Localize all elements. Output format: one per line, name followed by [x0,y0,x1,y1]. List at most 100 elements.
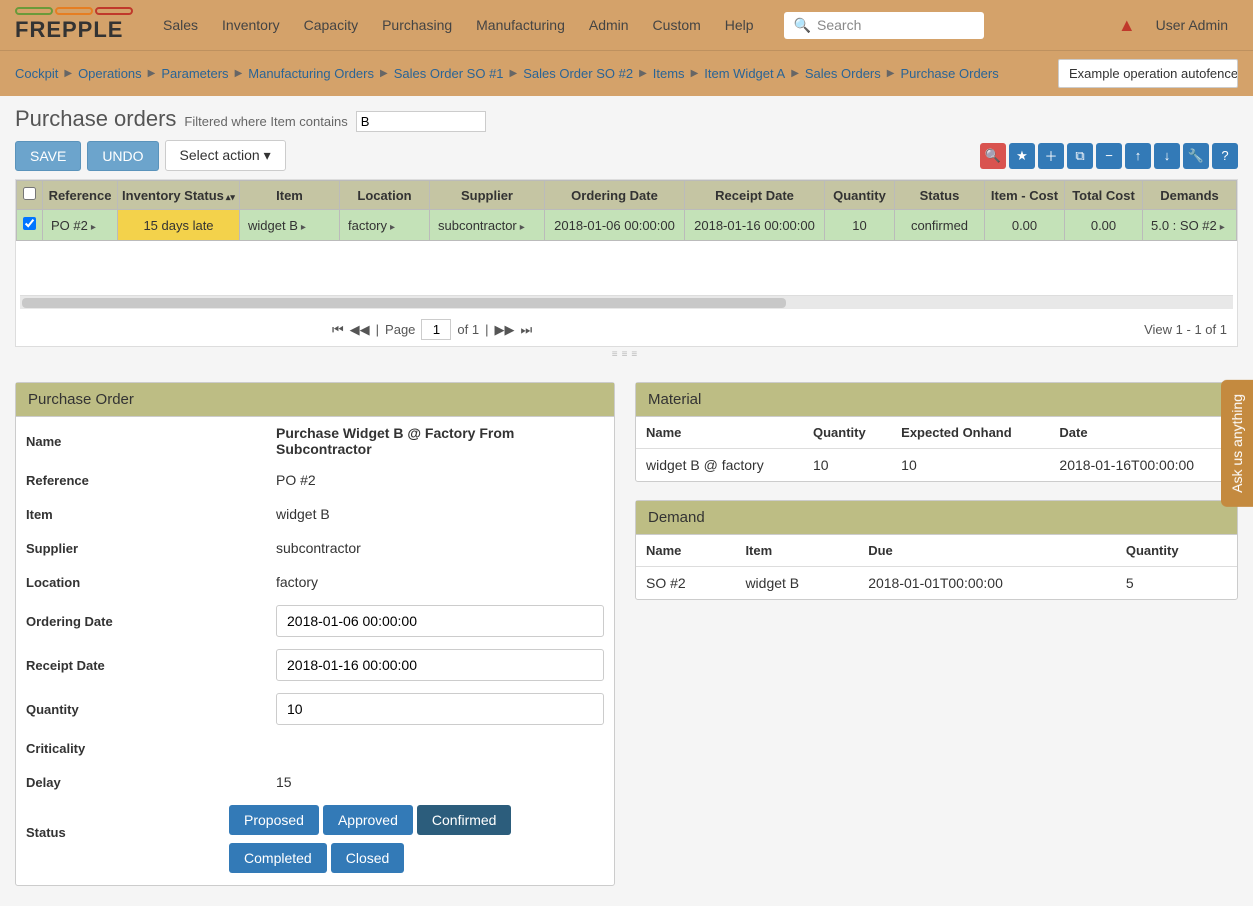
grid-hscrollbar[interactable] [20,295,1233,309]
settings-icon[interactable]: 🔧 [1183,143,1209,169]
label-supplier: Supplier [26,541,276,556]
upload-icon[interactable]: ↑ [1125,143,1151,169]
drill-icon[interactable]: ▸ [91,222,96,233]
pager-view-info: View 1 - 1 of 1 [1144,322,1227,337]
status-proposed[interactable]: Proposed [229,805,319,835]
drill-icon[interactable]: ▸ [1220,222,1225,233]
material-panel: Material Name Quantity Expected Onhand D… [635,382,1238,482]
demand-panel-title: Demand [636,501,1237,535]
table-row[interactable]: PO #2▸ 15 days late widget B▸ factory▸ s… [17,210,1237,241]
status-confirmed[interactable]: Confirmed [417,805,512,835]
download-icon[interactable]: ↓ [1154,143,1180,169]
label-receipt-date: Receipt Date [26,658,276,673]
favorite-icon[interactable]: ★ [1009,143,1035,169]
pager-of-label: of 1 [457,322,479,337]
input-receipt-date[interactable] [276,649,604,681]
copy-icon[interactable]: ⧉ [1067,143,1093,169]
filter-input[interactable] [356,111,486,132]
row-checkbox[interactable] [23,217,36,230]
mat-col-qty: Quantity [803,417,891,449]
col-location[interactable]: Location [340,181,430,210]
crumb-items[interactable]: Items [653,66,685,81]
col-item-cost[interactable]: Item - Cost [985,181,1065,210]
example-overlay: Example operation autofence [1058,59,1238,88]
logo[interactable]: FREPPLE [15,7,133,43]
crumb-operations[interactable]: Operations [78,66,142,81]
col-supplier[interactable]: Supplier [430,181,545,210]
input-ordering-date[interactable] [276,605,604,637]
page-title: Purchase orders [15,106,176,132]
crumb-cockpit[interactable]: Cockpit [15,66,58,81]
add-icon[interactable]: ＋ [1038,143,1064,169]
drill-icon[interactable]: ▸ [390,222,395,233]
pager-first-icon[interactable]: ⏮ [332,322,344,338]
grid-header-row: Reference Inventory Status▴▾ Item Locati… [17,181,1237,210]
select-action-button[interactable]: Select action ▾ [165,140,286,171]
nav-custom[interactable]: Custom [643,11,711,39]
value-supplier: subcontractor [276,540,604,556]
label-ordering-date: Ordering Date [26,614,276,629]
search-box[interactable]: 🔍 Search [784,12,984,39]
logo-text: FREPPLE [15,17,133,43]
help-icon[interactable]: ? [1212,143,1238,169]
search-placeholder: Search [817,17,861,33]
label-item: Item [26,507,276,522]
nav-manufacturing[interactable]: Manufacturing [466,11,575,39]
split-handle[interactable]: ≡≡≡ [0,347,1253,362]
col-quantity[interactable]: Quantity [825,181,895,210]
input-quantity[interactable] [276,693,604,725]
nav-admin[interactable]: Admin [579,11,639,39]
select-all-checkbox[interactable] [17,181,43,210]
alert-icon[interactable]: ▲ [1118,15,1136,36]
nav-purchasing[interactable]: Purchasing [372,11,462,39]
crumb-mo[interactable]: Manufacturing Orders [248,66,374,81]
crumb-salesorders[interactable]: Sales Orders [805,66,881,81]
drill-icon[interactable]: ▸ [520,222,525,233]
crumb-so1[interactable]: Sales Order SO #1 [394,66,504,81]
crumb-po[interactable]: Purchase Orders [900,66,998,81]
material-row[interactable]: widget B @ factory 10 10 2018-01-16T00:0… [636,449,1237,482]
col-total-cost[interactable]: Total Cost [1065,181,1143,210]
col-ordering-date[interactable]: Ordering Date [545,181,685,210]
crumb-parameters[interactable]: Parameters [161,66,228,81]
pager-last-icon[interactable]: ⏭ [521,322,533,338]
crumb-widgeta[interactable]: Item Widget A [704,66,785,81]
dem-col-item: Item [735,535,858,567]
pager-prev-icon[interactable]: ◀◀ [350,322,370,338]
mat-col-name: Name [636,417,803,449]
user-menu[interactable]: User Admin [1156,17,1228,33]
col-inventory-status[interactable]: Inventory Status▴▾ [118,181,240,210]
demand-row[interactable]: SO #2 widget B 2018-01-01T00:00:00 5 [636,567,1237,600]
status-approved[interactable]: Approved [323,805,413,835]
col-item[interactable]: Item [240,181,340,210]
search-icon: 🔍 [794,17,811,34]
crumb-so2[interactable]: Sales Order SO #2 [523,66,633,81]
label-delay: Delay [26,775,276,790]
nav-sales[interactable]: Sales [153,11,208,39]
col-status[interactable]: Status [895,181,985,210]
save-button[interactable]: SAVE [15,141,81,171]
col-reference[interactable]: Reference [43,181,118,210]
nav-capacity[interactable]: Capacity [294,11,368,39]
status-completed[interactable]: Completed [229,843,327,873]
pager-next-icon[interactable]: ▶▶ [495,322,515,338]
status-closed[interactable]: Closed [331,843,405,873]
undo-button[interactable]: UNDO [87,141,158,171]
ask-us-tab[interactable]: Ask us anything [1221,380,1253,507]
drill-icon[interactable]: ▸ [301,222,306,233]
value-delay: 15 [276,774,604,790]
search-tool-icon[interactable]: 🔍 [980,143,1006,169]
nav-help[interactable]: Help [715,11,764,39]
pager-page-input[interactable] [421,319,451,340]
label-reference: Reference [26,473,276,488]
nav-inventory[interactable]: Inventory [212,11,290,39]
remove-icon[interactable]: − [1096,143,1122,169]
value-location: factory [276,574,604,590]
label-criticality: Criticality [26,741,276,756]
col-receipt-date[interactable]: Receipt Date [685,181,825,210]
value-reference: PO #2 [276,472,604,488]
material-panel-title: Material [636,383,1237,417]
col-demands[interactable]: Demands [1143,181,1237,210]
filter-label: Filtered where Item contains [184,114,347,129]
value-name: Purchase Widget B @ Factory From Subcont… [276,425,604,457]
